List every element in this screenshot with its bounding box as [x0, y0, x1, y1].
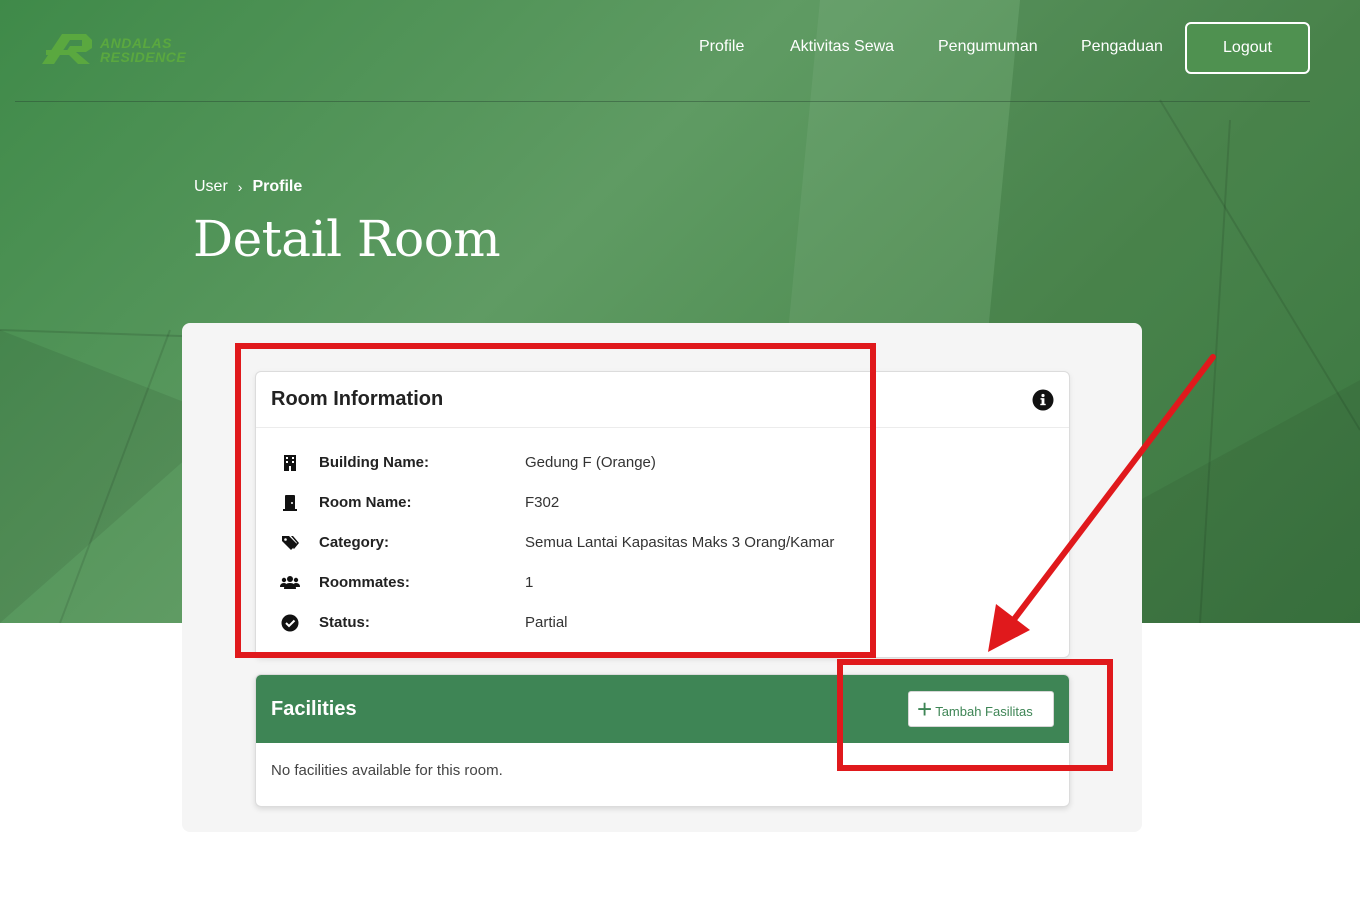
- header-divider: [15, 101, 1310, 102]
- nav-aktivitas-sewa[interactable]: Aktivitas Sewa: [790, 38, 894, 60]
- facilities-empty-text: No facilities available for this room.: [271, 762, 503, 779]
- nav-pengumuman[interactable]: Pengumuman: [938, 38, 1038, 60]
- facilities-title: Facilities: [271, 698, 357, 720]
- breadcrumb-current: Profile: [252, 178, 303, 195]
- breadcrumb-user[interactable]: User: [194, 178, 228, 196]
- brand-logo[interactable]: ANDALAS RESIDENCE: [40, 30, 190, 70]
- nav-profile[interactable]: Profile: [699, 38, 744, 60]
- annotation-box-add-facility: [837, 659, 1113, 771]
- nav-pengaduan[interactable]: Pengaduan: [1081, 38, 1163, 60]
- annotation-box-room-info: [235, 343, 876, 658]
- chevron-right-icon: ›: [237, 179, 243, 195]
- breadcrumb: User › Profile: [194, 178, 302, 196]
- page-title: Detail Room: [193, 210, 501, 268]
- brand-logo-mark: [42, 34, 92, 64]
- brand-name-line2: RESIDENCE: [100, 49, 187, 65]
- brand-name-line1: ANDALAS: [100, 35, 172, 51]
- logout-button[interactable]: Logout: [1185, 22, 1310, 74]
- info-icon[interactable]: [1032, 389, 1054, 411]
